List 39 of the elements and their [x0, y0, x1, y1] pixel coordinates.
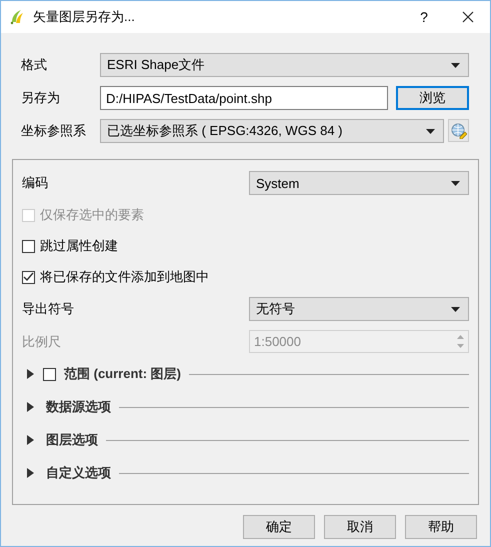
- close-icon[interactable]: [462, 11, 474, 23]
- field-label: 另存为: [21, 89, 61, 107]
- caret-icon: [451, 180, 460, 186]
- checkbox-label: 将已保存的文件添加到地图中: [40, 268, 209, 286]
- expand-arrow-icon[interactable]: [27, 468, 34, 478]
- crs-select-button[interactable]: [448, 119, 469, 142]
- file-path-field[interactable]: D:/HIPAS/TestData/point.shp: [100, 86, 388, 110]
- section-title[interactable]: 自定义选项: [46, 464, 111, 482]
- dialog-button[interactable]: 帮助: [405, 515, 477, 539]
- field-label: 导出符号: [22, 300, 75, 318]
- checkbox-label: 跳过属性创建: [40, 237, 118, 255]
- format-dropdown[interactable]: ESRI Shape文件: [100, 53, 469, 77]
- browse-button[interactable]: 浏览: [396, 86, 469, 110]
- leaf-icon: [9, 9, 25, 25]
- caret-icon: [426, 128, 435, 134]
- expand-arrow-icon[interactable]: [27, 402, 34, 412]
- section-title[interactable]: 数据源选项: [46, 398, 111, 416]
- encoding-dropdown[interactable]: System: [249, 171, 469, 195]
- dialog-button[interactable]: 取消: [324, 515, 396, 539]
- checkbox-label: 仅保存选中的要素: [40, 206, 144, 224]
- caret-icon: [451, 306, 460, 312]
- checkbox[interactable]: [22, 270, 35, 284]
- window-title: 矢量图层另存为...: [33, 8, 136, 26]
- crs-dropdown[interactable]: 已选坐标参照系 ( EPSG:4326, WGS 84 ): [100, 119, 444, 143]
- help-button[interactable]: ?: [402, 9, 446, 25]
- field-label: 编码: [22, 174, 49, 192]
- globe-icon: [450, 122, 466, 138]
- checkbox[interactable]: [43, 368, 56, 380]
- symbology-dropdown[interactable]: 无符号: [249, 297, 469, 321]
- caret-icon: [451, 62, 460, 68]
- field-label: 比例尺: [22, 332, 62, 350]
- dialog-button[interactable]: 确定: [243, 515, 315, 539]
- field-label: 格式: [21, 56, 48, 74]
- expand-arrow-icon[interactable]: [27, 435, 34, 445]
- section-title[interactable]: 图层选项: [46, 431, 98, 449]
- section-title[interactable]: 范围 (current: 图层): [64, 365, 181, 383]
- checkbox[interactable]: [22, 240, 35, 252]
- field-label: 坐标参照系: [21, 122, 87, 140]
- expand-arrow-icon[interactable]: [27, 369, 34, 379]
